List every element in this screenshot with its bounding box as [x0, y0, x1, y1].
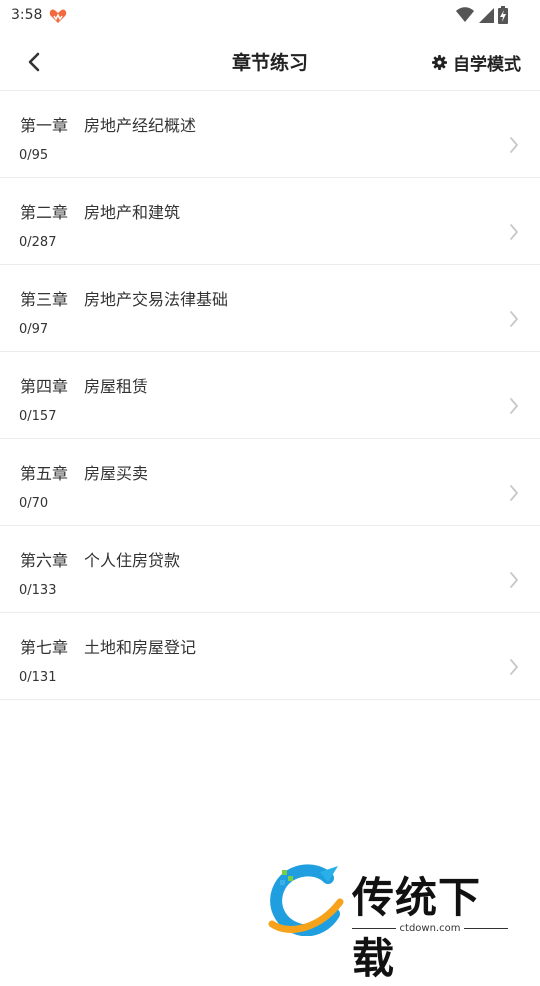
gear-icon — [432, 55, 447, 70]
chevron-right-icon — [510, 137, 518, 153]
chevron-right-icon — [510, 659, 518, 675]
chevron-right-icon — [510, 224, 518, 240]
chapter-title: 第四章 房屋租赁 — [20, 377, 149, 396]
status-time: 3:58 — [11, 7, 43, 23]
watermark: 传统下载 ctdown.com — [268, 862, 518, 983]
wifi-icon — [456, 7, 474, 27]
chapter-title: 第一章 房地产经纪概述 — [20, 116, 197, 135]
chapter-progress: 0/131 — [19, 670, 57, 685]
top-app-bar: 章节练习 自学模式 — [0, 32, 540, 91]
chapter-progress: 0/95 — [19, 148, 49, 163]
chapter-item-6[interactable]: 第六章 个人住房贷款 0/133 — [0, 526, 540, 613]
self-study-mode-label: 自学模式 — [453, 55, 521, 75]
watermark-domain-row: ctdown.com — [352, 923, 508, 934]
chapter-item-1[interactable]: 第一章 房地产经纪概述 0/95 — [0, 91, 540, 178]
status-bar: 3:58 — [0, 0, 540, 32]
chapter-item-5[interactable]: 第五章 房屋买卖 0/70 — [0, 439, 540, 526]
chapter-progress: 0/287 — [19, 235, 57, 250]
self-study-mode-button[interactable]: 自学模式 — [432, 50, 521, 75]
chapter-item-7[interactable]: 第七章 土地和房屋登记 0/131 — [0, 613, 540, 700]
chapter-progress: 0/133 — [19, 583, 57, 598]
chapter-progress: 0/70 — [19, 496, 49, 511]
chevron-right-icon — [510, 311, 518, 327]
battery-icon — [498, 6, 508, 28]
chapter-title: 第七章 土地和房屋登记 — [20, 638, 197, 657]
chapter-title: 第五章 房屋买卖 — [20, 464, 149, 483]
chapter-progress: 0/97 — [19, 322, 49, 337]
chapter-title: 第二章 房地产和建筑 — [20, 203, 181, 222]
chevron-right-icon — [510, 572, 518, 588]
chevron-right-icon — [510, 485, 518, 501]
chapter-item-4[interactable]: 第四章 房屋租赁 0/157 — [0, 352, 540, 439]
divider — [352, 928, 396, 929]
watermark-logo-icon — [268, 864, 344, 936]
chapter-title: 第三章 房地产交易法律基础 — [20, 290, 229, 309]
signal-icon — [478, 7, 494, 27]
chapter-item-2[interactable]: 第二章 房地产和建筑 0/287 — [0, 178, 540, 265]
status-icons — [456, 6, 508, 28]
app-notification-icon — [49, 8, 67, 28]
watermark-domain: ctdown.com — [399, 923, 461, 934]
chapter-item-3[interactable]: 第三章 房地产交易法律基础 0/97 — [0, 265, 540, 352]
chapter-title: 第六章 个人住房贷款 — [20, 551, 181, 570]
divider — [464, 928, 508, 929]
chapter-list: 第一章 房地产经纪概述 0/95 第二章 房地产和建筑 0/287 第三章 房地… — [0, 91, 540, 700]
chevron-right-icon — [510, 398, 518, 414]
chapter-progress: 0/157 — [19, 409, 57, 424]
